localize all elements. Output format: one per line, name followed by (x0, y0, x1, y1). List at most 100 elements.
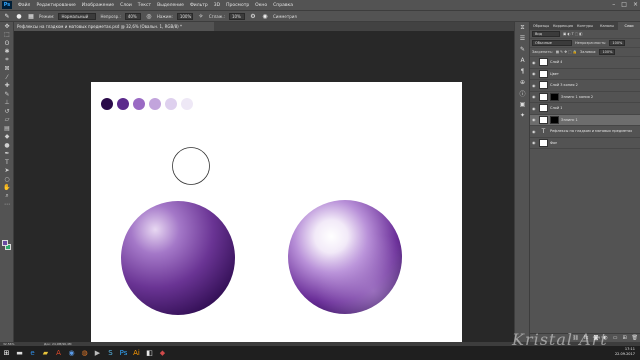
app-taskbar-icon[interactable]: ◧ (143, 346, 156, 360)
path-select-tool-icon[interactable]: ➤ (0, 167, 14, 176)
media-player-icon[interactable]: ▶ (91, 346, 104, 360)
styles-panel-icon[interactable]: ✦ (515, 110, 530, 121)
menu-help[interactable]: Справка (270, 3, 296, 8)
brush-settings-icon[interactable]: ✎ (515, 44, 530, 55)
glyphs-panel-icon[interactable]: ⊕ (515, 77, 530, 88)
brush-preset-icon[interactable]: ● (15, 12, 23, 20)
navigator-panel-icon[interactable]: ▣ (515, 99, 530, 110)
menu-view[interactable]: Просмотр (223, 3, 252, 8)
tab-swatches[interactable]: Образцы (530, 22, 552, 30)
frame-tool-icon[interactable]: ⊠ (0, 65, 14, 74)
eyedropper-tool-icon[interactable]: ⁄ (0, 73, 14, 82)
visibility-eye-icon[interactable]: ◉ (532, 140, 537, 145)
firefox-icon[interactable]: ◍ (78, 346, 91, 360)
visibility-eye-icon[interactable]: ◉ (532, 60, 537, 65)
layer-row[interactable]: ◉ Эллипс 1 (530, 114, 640, 126)
delete-layer-icon[interactable]: 🗑 (632, 335, 638, 341)
gradient-tool-icon[interactable]: ▤ (0, 124, 14, 133)
history-brush-icon[interactable]: ↺ (0, 107, 14, 116)
menu-image[interactable]: Изображение (79, 3, 117, 8)
brush-tool-panel-icon[interactable]: ✎ (0, 90, 14, 99)
move-tool-icon[interactable]: ✥ (0, 22, 14, 31)
menu-filter[interactable]: Фильтр (187, 3, 211, 8)
filter-icons[interactable]: ▣ ◐ T ⬚ ◧ (563, 32, 583, 36)
layer-row[interactable]: ◉ Цвет (530, 69, 640, 80)
lock-icons[interactable]: ▦ ✎ ✥ ⬚ 🔒 (556, 50, 577, 54)
properties-panel-icon[interactable]: ☰ (515, 33, 530, 44)
tab-paths[interactable]: Контуры (574, 22, 596, 30)
character-panel-icon[interactable]: A (515, 55, 530, 66)
new-group-icon[interactable]: ▭ (613, 335, 618, 341)
layer-thumbnail[interactable] (539, 58, 548, 67)
layer-thumbnail[interactable] (539, 81, 548, 90)
document-canvas[interactable] (91, 82, 462, 351)
visibility-eye-icon[interactable]: ◉ (532, 129, 537, 134)
menu-window[interactable]: Окно (252, 3, 270, 8)
lasso-tool-icon[interactable]: ʘ (0, 39, 14, 48)
layer-thumbnail[interactable] (539, 92, 548, 101)
photoshop-taskbar-icon[interactable]: Ps (117, 346, 130, 360)
canvas-area[interactable] (15, 31, 512, 351)
visibility-eye-icon[interactable]: ◉ (532, 71, 537, 76)
layer-opacity-field[interactable]: 100% (609, 40, 626, 46)
edge-icon[interactable]: e (26, 346, 39, 360)
opacity-field[interactable]: 40% (124, 12, 141, 20)
pressure-opacity-icon[interactable]: ◎ (145, 12, 153, 20)
tab-adjustments[interactable]: Коррекция (552, 22, 574, 30)
flow-field[interactable]: 100% (176, 12, 193, 20)
pressure-size-icon[interactable]: ◉ (261, 12, 269, 20)
layer-row[interactable]: ◉ T Рефлексы на гладком и матовых предмета… (530, 126, 640, 138)
visibility-eye-icon[interactable]: ◉ (532, 83, 537, 88)
close-icon[interactable]: × (633, 1, 638, 8)
mode-select[interactable]: Нормальный (58, 12, 97, 20)
dodge-tool-icon[interactable]: ● (0, 141, 14, 150)
taskbar-clock[interactable]: 17:11 22.09.2017 (615, 347, 635, 357)
hand-tool-icon[interactable]: ✋ (0, 184, 14, 193)
layer-thumbnail[interactable] (539, 104, 548, 113)
paragraph-panel-icon[interactable]: ¶ (515, 66, 530, 77)
layer-thumbnail[interactable] (539, 69, 548, 78)
minimize-icon[interactable]: – (612, 1, 615, 8)
folder-icon[interactable]: ▰ (39, 346, 52, 360)
layer-row[interactable]: ◉ Фон (530, 138, 640, 149)
menu-select[interactable]: Выделение (154, 3, 187, 8)
foreground-color-swatch[interactable] (2, 240, 8, 246)
info-panel-icon[interactable]: ⓘ (515, 88, 530, 99)
marquee-tool-icon[interactable]: ⬚ (0, 31, 14, 40)
visibility-eye-icon[interactable]: ◉ (532, 106, 537, 111)
layer-thumbnail[interactable] (539, 138, 548, 147)
tab-channels[interactable]: Каналы (596, 22, 618, 30)
visibility-eye-icon[interactable]: ◉ (532, 117, 537, 122)
layer-mask-thumbnail[interactable] (550, 92, 559, 101)
pen-tool-icon[interactable]: ✒ (0, 150, 14, 159)
more-tools-icon[interactable]: ⋯ (0, 201, 14, 210)
brush-tool-icon[interactable]: ✎ (3, 12, 11, 20)
new-layer-icon[interactable]: ⊞ (622, 335, 626, 341)
menu-file[interactable]: Файл (15, 3, 33, 8)
document-tab[interactable]: Рефлексы на гладком и матовых предметах.… (14, 22, 214, 31)
layer-filter-select[interactable]: Вид (532, 31, 560, 37)
menu-layers[interactable]: Слои (117, 3, 135, 8)
blur-tool-icon[interactable]: ◆ (0, 133, 14, 142)
smoothing-settings-icon[interactable]: ⚙ (249, 12, 257, 20)
menu-3d[interactable]: 3D (211, 3, 223, 8)
layer-fill-field[interactable]: 100% (599, 49, 616, 55)
layer-row[interactable]: ◉ Эллипс 1 копия 2 (530, 92, 640, 103)
zoom-tool-icon[interactable]: ⌕ (0, 192, 14, 201)
skype-icon[interactable]: S (104, 346, 117, 360)
airbrush-icon[interactable]: ✧ (197, 12, 205, 20)
menu-type[interactable]: Текст (135, 3, 154, 8)
stamp-tool-icon[interactable]: ⊥ (0, 99, 14, 108)
layer-mask-thumbnail[interactable] (550, 115, 559, 124)
quick-select-tool-icon[interactable]: ✱ (0, 48, 14, 57)
layer-row[interactable]: ◉ Слой 1 (530, 103, 640, 115)
ellipse-tool-icon[interactable]: ○ (0, 175, 14, 184)
visibility-eye-icon[interactable]: ◉ (532, 94, 537, 99)
symmetry-label[interactable]: Симметрия (273, 14, 297, 19)
history-panel-icon[interactable]: ⧖ (515, 22, 530, 33)
chrome-icon[interactable]: ◉ (65, 346, 78, 360)
menu-edit[interactable]: Редактирование (33, 3, 78, 8)
type-tool-icon[interactable]: T (0, 158, 14, 167)
layer-row[interactable]: ◉ Слой 3 копия 2 (530, 80, 640, 92)
app2-taskbar-icon[interactable]: ◆ (156, 346, 169, 360)
